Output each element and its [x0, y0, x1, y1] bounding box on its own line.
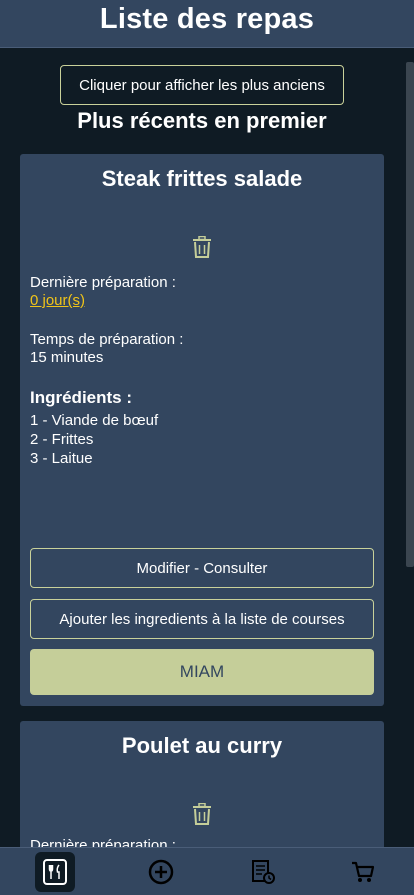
meal-list-area: Cliquer pour afficher les plus anciens P… — [0, 48, 404, 847]
recipe-list-icon — [252, 860, 275, 884]
app-header: Liste des repas — [0, 0, 414, 48]
nav-shopping-cart[interactable] — [343, 852, 383, 892]
last-prep-label: Dernière préparation : — [30, 837, 176, 847]
last-prep-label: Dernière préparation : — [30, 274, 176, 291]
add-to-shopping-list-button[interactable]: Ajouter les ingredients à la liste de co… — [30, 599, 374, 639]
meal-card: Steak frittes salade Dernière préparatio… — [20, 154, 384, 706]
sort-order-label: Plus récents en premier — [77, 108, 327, 133]
ingredients-title: Ingrédients : — [30, 388, 133, 407]
trash-icon[interactable] — [192, 803, 212, 825]
page-title: Liste des repas — [99, 3, 315, 35]
utensils-icon — [43, 859, 67, 885]
meal-title: Poulet au curry — [121, 733, 283, 758]
cart-icon — [352, 861, 375, 882]
scrollbar-thumb[interactable] — [406, 62, 414, 567]
miam-button[interactable]: MIAM — [30, 649, 374, 695]
list-item: 2 - Frittes — [30, 431, 94, 448]
last-prep-link[interactable]: 0 jour(s) — [30, 292, 85, 310]
scrollbar[interactable] — [404, 48, 414, 847]
list-item: 1 - Viande de bœuf — [30, 412, 159, 429]
meal-card: Poulet au curry Dernière préparation : — [20, 721, 384, 847]
modify-consult-button[interactable]: Modifier - Consulter — [30, 548, 374, 588]
show-older-button[interactable]: Cliquer pour afficher les plus anciens — [60, 65, 344, 105]
nav-meals[interactable] — [35, 852, 75, 892]
list-item: 3 - Laitue — [30, 450, 93, 467]
trash-icon[interactable] — [192, 236, 212, 258]
nav-add-meal[interactable] — [141, 852, 181, 892]
nav-recipes[interactable] — [243, 852, 283, 892]
ingredients-list: 1 - Viande de bœuf 2 - Frittes 3 - Laitu… — [30, 411, 158, 468]
bottom-nav — [0, 847, 414, 895]
meal-title: Steak frittes salade — [101, 166, 303, 191]
prep-time-label: Temps de préparation : — [30, 331, 184, 348]
prep-time-value: 15 minutes — [30, 349, 104, 366]
add-circle-icon — [148, 859, 174, 885]
